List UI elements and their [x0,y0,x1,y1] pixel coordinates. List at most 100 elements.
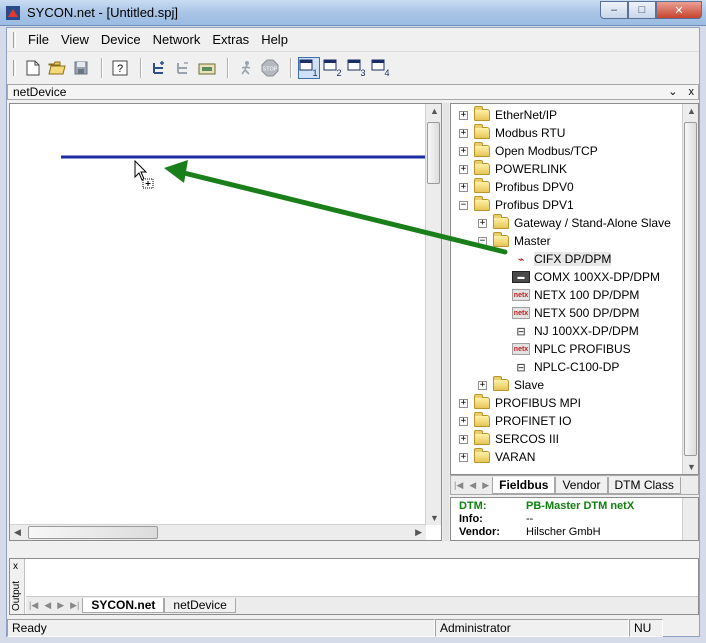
new-icon [26,60,40,76]
remove-device-button[interactable] [172,57,194,79]
tab-first-icon[interactable]: |◀ [451,480,466,491]
new-button[interactable] [22,57,44,79]
tree-item[interactable]: + EtherNet/IP [459,106,557,124]
expand-icon[interactable]: + [459,452,468,462]
scroll-left-icon[interactable]: ◀ [14,527,21,538]
tree-item[interactable]: + PROFIBUS MPI [459,394,581,412]
tab-next-icon[interactable]: ▶ [479,480,492,491]
close-button[interactable]: ✕ [656,1,702,19]
tree-item[interactable]: ⌁ CIFX DP/DPM [497,250,612,268]
menu-view[interactable]: View [55,30,95,49]
drag-cursor-icon [134,160,154,189]
toolbar-separator [227,58,228,78]
tab-next-icon[interactable]: ▶ [54,600,67,611]
scroll-down-icon[interactable]: ▼ [430,513,439,523]
info-scrollbar[interactable] [682,498,698,540]
tree-item[interactable]: netx NETX 100 DP/DPM [497,286,639,304]
expand-icon[interactable]: + [459,182,468,192]
tree-item[interactable]: netx NPLC PROFIBUS [497,340,631,358]
expand-icon[interactable]: + [459,434,468,444]
tree-item[interactable]: + VARAN [459,448,535,466]
tree-item[interactable]: + Gateway / Stand-Alone Slave [478,214,671,232]
tab-prev-icon[interactable]: ◀ [466,480,479,491]
tree-item[interactable]: − Profibus DPV1 [459,196,574,214]
folder-icon [474,142,490,157]
canvas-vertical-scrollbar[interactable]: ▲ ▼ [425,104,441,525]
tree-item[interactable]: − Master [478,232,551,250]
menu-device[interactable]: Device [95,30,147,49]
tree-item[interactable]: + Profibus DPV0 [459,178,574,196]
info-row: Vendor: Hilscher GmbH [459,526,601,538]
tab-sycon-net[interactable]: SYCON.net [82,598,165,613]
tab-fieldbus[interactable]: Fieldbus [492,476,556,494]
expand-icon[interactable]: + [459,128,468,138]
tab-vendor[interactable]: Vendor [555,476,608,494]
expand-icon[interactable]: + [459,398,468,408]
pane-splitter[interactable] [443,103,449,541]
tab-netdevice[interactable]: netDevice [164,598,236,613]
scan-button[interactable] [235,57,257,79]
expand-icon[interactable]: + [459,164,468,174]
network-button[interactable] [196,57,218,79]
tab-last-icon[interactable]: ▶| [67,600,82,611]
panel-title: netDevice [13,85,67,99]
expand-icon[interactable]: + [459,146,468,156]
tree-item[interactable]: + POWERLINK [459,160,567,178]
tab-prev-icon[interactable]: ◀ [41,600,54,611]
network-canvas[interactable]: ▲ ▼ ◀ ▶ [9,103,442,541]
output-pane: x Output |◀ ◀ ▶ ▶| SYCON.net netDevice [9,558,699,615]
scroll-thumb[interactable] [427,122,440,184]
tree-vertical-scrollbar[interactable]: ▲ ▼ [682,104,698,474]
window3-button[interactable]: 3 [346,57,368,79]
tab-first-icon[interactable]: |◀ [26,600,41,611]
menu-file[interactable]: File [22,30,55,49]
scroll-thumb[interactable] [28,526,158,539]
window1-button[interactable]: 1 [298,57,320,79]
save-button[interactable] [70,57,92,79]
collapse-icon[interactable]: − [459,200,468,210]
tab-dtm-class[interactable]: DTM Class [607,476,681,494]
stop-button[interactable]: STOP [259,57,281,79]
menu-grip[interactable] [13,31,16,48]
menu-network[interactable]: Network [147,30,207,49]
minimize-button[interactable]: – [600,1,628,19]
tree-item[interactable]: + Modbus RTU [459,124,565,142]
tree-item[interactable]: ▬ COMX 100XX-DP/DPM [497,268,660,286]
expand-icon[interactable]: + [459,110,468,120]
window4-button[interactable]: 4 [370,57,392,79]
output-close-icon[interactable]: x [13,561,18,572]
collapse-icon[interactable]: − [478,236,487,246]
tree-item[interactable]: + Slave [478,376,544,394]
expand-icon[interactable]: + [478,218,487,228]
panel-pin-icon[interactable]: ⌄ [668,86,677,98]
scroll-thumb[interactable] [684,122,697,456]
canvas-horizontal-scrollbar[interactable]: ◀ ▶ [10,524,426,540]
scroll-down-icon[interactable]: ▼ [687,462,696,472]
tree-item[interactable]: ⊟ NJ 100XX-DP/DPM [497,322,638,340]
open-button[interactable] [46,57,68,79]
tree-item[interactable]: + PROFINET IO [459,412,571,430]
tree-item[interactable]: + SERCOS III [459,430,559,448]
toolbar-grip[interactable] [13,60,16,76]
scroll-up-icon[interactable]: ▲ [687,106,696,116]
menu-help[interactable]: Help [255,30,294,49]
minimize-icon: – [610,4,618,16]
help-button[interactable]: ? [109,57,131,79]
tree-item-label: Open Modbus/TCP [495,144,598,158]
expand-icon[interactable]: + [478,380,487,390]
tree-item-label: POWERLINK [495,162,568,176]
scroll-right-icon[interactable]: ▶ [415,527,422,538]
scroll-up-icon[interactable]: ▲ [430,106,439,116]
menu-extras[interactable]: Extras [206,30,255,49]
maximize-button[interactable]: □ [628,1,656,19]
tree-item[interactable]: + Open Modbus/TCP [459,142,598,160]
tree-item-label: VARAN [495,450,536,464]
add-device-button[interactable] [148,57,170,79]
panel-close-icon[interactable]: x [689,86,695,98]
folder-icon [474,196,490,211]
expand-icon[interactable]: + [459,416,468,426]
tree-item[interactable]: ⊟ NPLC-C100-DP [497,358,619,376]
tree-item[interactable]: netx NETX 500 DP/DPM [497,304,639,322]
window2-button[interactable]: 2 [322,57,344,79]
fieldbus-line[interactable] [61,155,429,159]
